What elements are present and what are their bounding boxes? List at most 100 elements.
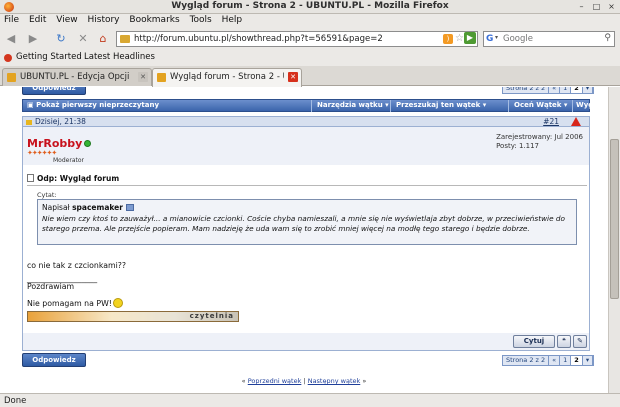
engine-dropdown-icon[interactable]: ▾ — [495, 34, 498, 41]
page-content: Odpowiedz Strona 2 z 2 «1 2 ▾ ▣ Pokaż pierw… — [0, 87, 608, 393]
search-input[interactable] — [503, 33, 599, 45]
scrollbar-thumb[interactable] — [610, 139, 619, 299]
search-thread-menu[interactable]: Przeszukaj ten wątek ▾ — [396, 101, 486, 109]
menu-help[interactable]: Help — [218, 14, 246, 25]
rank-stars: ✦✦✦✦✦✦ — [27, 149, 57, 157]
vertical-scrollbar[interactable] — [608, 87, 620, 393]
tab-close-icon[interactable]: ✕ — [138, 72, 148, 82]
post-title: Odp: Wygląd forum — [27, 174, 119, 183]
reply-button-top[interactable]: Odpowiedz — [22, 87, 86, 95]
pager-dropdown-icon[interactable]: ▾ — [583, 87, 594, 93]
bookmarks-toolbar: Getting Started Latest Headlines — [0, 50, 620, 66]
post-body: Odp: Wygląd forum Cytat: Napisał spacema… — [22, 165, 590, 333]
pager-bottom: Strona 2 z 2 «1 2 ▾ — [502, 355, 595, 366]
url-text[interactable]: http://forum.ubuntu.pl/showthread.php?t=… — [134, 34, 383, 44]
forward-button[interactable]: ▶ — [26, 31, 40, 47]
view-post-icon[interactable] — [125, 204, 134, 211]
bookmark-latest-headlines[interactable]: Latest Headlines — [84, 52, 155, 62]
rss-feed-icon[interactable]: ) — [443, 34, 453, 44]
author-post-count: Posty: 1.117 — [496, 142, 539, 150]
reply-button-bottom[interactable]: Odpowiedz — [22, 353, 86, 367]
menu-file[interactable]: File — [0, 14, 22, 25]
bookmark-getting-started[interactable]: Getting Started — [16, 52, 82, 62]
pager-page-1[interactable]: 1 — [560, 356, 572, 365]
quote-label: Cytat: — [37, 191, 57, 199]
go-button[interactable]: ▶ — [464, 32, 476, 44]
menu-edit[interactable]: Edit — [25, 14, 49, 25]
rate-thread-menu[interactable]: Oceń Wątek ▾ — [514, 101, 567, 109]
tab-favicon-icon — [7, 73, 16, 82]
signature-greeting: Pozdrawiam — [27, 282, 75, 291]
menu-bar: File Edit View History Bookmarks Tools H… — [0, 14, 620, 28]
search-magnifier-icon[interactable]: ⚲ — [604, 33, 611, 43]
author-registered: Zarejestrowany: Jul 2006 — [496, 133, 583, 141]
maximize-button[interactable]: □ — [591, 1, 602, 12]
pager-top: Strona 2 z 2 «1 2 ▾ — [502, 87, 595, 94]
pager-prev[interactable]: « — [549, 87, 561, 93]
post-number-link[interactable]: #21 — [543, 117, 559, 126]
back-button[interactable]: ◀ — [4, 31, 18, 47]
online-status-icon — [84, 140, 91, 147]
display-mode-menu[interactable]: Wygląd — [576, 101, 605, 109]
first-unread-link[interactable]: ▣ Pokaż pierwszy nieprzeczytany — [27, 101, 159, 109]
quick-reply-icon[interactable]: ✎ — [573, 335, 587, 348]
thread-tools-menu[interactable]: Narzędzia wątku ▾ — [317, 101, 389, 109]
post-icon — [26, 120, 32, 125]
next-thread-link[interactable]: Następny wątek — [308, 377, 361, 385]
author-role: Moderator — [53, 157, 84, 164]
home-button[interactable]: ⌂ — [96, 31, 110, 47]
search-bar[interactable]: G ▾ ⚲ — [483, 31, 615, 47]
document-icon — [27, 174, 34, 182]
minimize-button[interactable]: – — [576, 1, 587, 12]
close-window-button[interactable]: × — [606, 1, 617, 12]
tab-wyglad-forum[interactable]: Wygląd forum - Strona 2 - UBU... ✕ — [152, 68, 302, 87]
signature-text: Nie pomagam na PW! — [27, 298, 123, 308]
window-title: Wygląd forum - Strona 2 - UBUNTU.PL - Mo… — [171, 1, 449, 11]
post-footer: Cytuj ❝ ✎ — [22, 333, 590, 351]
url-bar[interactable]: http://forum.ubuntu.pl/showthread.php?t=… — [116, 31, 478, 47]
quote-author: spacemaker — [72, 203, 123, 212]
stop-button[interactable]: ✕ — [76, 31, 90, 47]
bookmark-star-icon[interactable]: ☆ — [455, 33, 464, 44]
tab-strip: UBUNTU.PL - Edycja Opcji ✕ Wygląd forum … — [0, 66, 620, 87]
report-post-icon[interactable] — [571, 117, 581, 126]
quote-box: Napisał spacemaker Nie wiem czy ktoś to … — [37, 199, 577, 245]
quote-button[interactable]: Cytuj — [513, 335, 555, 348]
thread-toolbar: ▣ Pokaż pierwszy nieprzeczytany Narzędzi… — [22, 99, 605, 112]
navigation-toolbar: ◀ ▶ ↻ ✕ ⌂ http://forum.ubuntu.pl/showthr… — [0, 28, 620, 50]
signature-banner[interactable]: czytelnia — [27, 311, 239, 322]
author-info: Zarejestrowany: Jul 2006 Posty: 1.117 — [496, 133, 583, 151]
pager-dropdown-icon[interactable]: ▾ — [583, 356, 594, 365]
post-text-line: co nie tak z czcionkami?? — [27, 261, 127, 270]
pager-label: Strona 2 z 2 — [503, 87, 550, 93]
tab-close-icon[interactable]: ✕ — [288, 72, 298, 82]
post-date: Dzisiej, 21:38 — [35, 117, 86, 126]
quote-text: Nie wiem czy ktoś to zauważył... a miano… — [42, 214, 565, 233]
pager-page-2: 2 — [571, 87, 583, 93]
reload-button[interactable]: ↻ — [54, 31, 68, 47]
tab-label: UBUNTU.PL - Edycja Opcji — [20, 72, 130, 82]
menu-bookmarks[interactable]: Bookmarks — [125, 14, 182, 25]
status-bar: Done — [0, 393, 620, 407]
tab-label: Wygląd forum - Strona 2 - UBU... — [170, 72, 284, 82]
pager-label: Strona 2 z 2 — [503, 356, 550, 365]
title-bar: Wygląd forum - Strona 2 - UBUNTU.PL - Mo… — [0, 0, 620, 14]
tab-favicon-icon — [157, 73, 166, 82]
quote-header: Napisał spacemaker — [42, 203, 134, 212]
pager-prev[interactable]: « — [549, 356, 561, 365]
pager-page-2: 2 — [571, 356, 583, 365]
post-author-row: MrRobby ✦✦✦✦✦✦ Moderator Zarejestrowany:… — [22, 127, 590, 165]
post-header: Dzisiej, 21:38 #21 — [22, 116, 590, 127]
menu-tools[interactable]: Tools — [186, 14, 215, 25]
getting-started-icon — [4, 54, 12, 62]
pager-page-1[interactable]: 1 — [560, 87, 572, 93]
google-engine-icon[interactable]: G — [486, 34, 493, 44]
divider — [27, 185, 587, 186]
menu-view[interactable]: View — [52, 14, 80, 25]
menu-history[interactable]: History — [83, 14, 122, 25]
previous-thread-link[interactable]: Poprzedni wątek — [248, 377, 302, 385]
smiley-icon — [112, 298, 123, 308]
multi-quote-icon[interactable]: ❝ — [557, 335, 571, 348]
tab-edycja-opcji[interactable]: UBUNTU.PL - Edycja Opcji ✕ — [2, 68, 152, 86]
thread-navigation: « Poprzedni wątek | Następny wątek » — [241, 377, 367, 385]
